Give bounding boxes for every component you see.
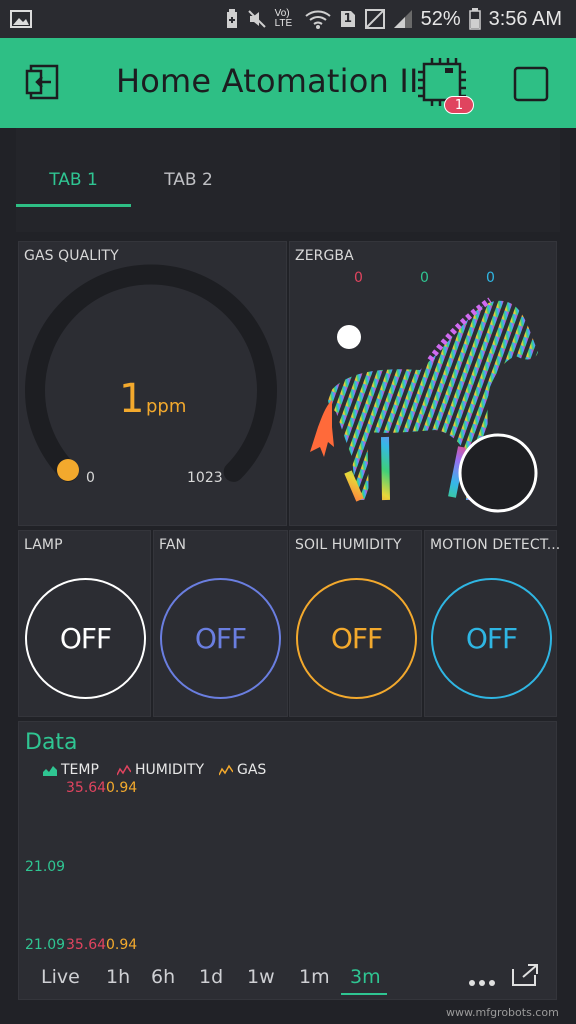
back-button[interactable] — [25, 62, 65, 106]
legend-temp[interactable]: TEMP — [43, 762, 99, 778]
fan-widget: FAN OFF — [153, 530, 288, 717]
app-title: Home Atomation II — [116, 62, 419, 100]
exit-app-icon — [25, 64, 59, 100]
area-chart-icon — [43, 766, 57, 776]
battery-saver-icon — [225, 9, 239, 29]
motion-detect-label: MOTION DETECT... — [430, 537, 561, 553]
fan-label: FAN — [159, 537, 187, 553]
bottom-temp-value: 21.09 — [25, 937, 66, 953]
legend-gas[interactable]: GAS — [219, 762, 266, 778]
battery-icon — [468, 8, 481, 30]
square-icon — [513, 66, 549, 102]
more-horizontal-icon — [469, 980, 495, 986]
bottom-gas-value: 0.94 — [106, 937, 138, 953]
range-1w[interactable]: 1w — [247, 966, 275, 988]
mute-icon — [247, 9, 267, 29]
top-humidity-value: 35.64 — [66, 780, 107, 796]
app-bar: Home Atomation II — [0, 38, 576, 128]
active-tab-indicator — [16, 204, 131, 207]
legend-gas-label: GAS — [237, 762, 267, 778]
lamp-button[interactable]: OFF — [25, 578, 146, 699]
color-handle-small[interactable] — [337, 325, 361, 349]
legend-humidity[interactable]: HUMIDITY — [117, 762, 204, 778]
tab-1[interactable]: TAB 1 — [16, 170, 131, 190]
volte-label: Vo) LTE — [274, 8, 293, 29]
gauge-value: 1 — [119, 376, 145, 422]
motion-detect-widget: MOTION DETECT... OFF — [424, 530, 561, 717]
range-6h[interactable]: 6h — [151, 966, 175, 988]
range-live[interactable]: Live — [41, 966, 80, 988]
zebra-color-picker[interactable] — [290, 242, 558, 527]
device-badge: 1 — [444, 96, 474, 114]
gauge-max: 1023 — [187, 470, 223, 486]
tab-bar: TAB 1 TAB 2 — [16, 150, 560, 210]
top-gas-value: 0.94 — [106, 780, 138, 796]
gauge-arc — [25, 264, 277, 482]
square-button[interactable] — [513, 66, 549, 106]
mid-temp-value: 21.09 — [25, 859, 66, 875]
sim-number: 1 — [343, 11, 352, 25]
active-range-indicator — [341, 993, 387, 995]
gallery-notification-icon — [10, 10, 32, 28]
line-chart-icon — [117, 764, 131, 776]
bottom-humidity-value: 35.64 — [66, 937, 107, 953]
gauge-min: 0 — [86, 470, 95, 486]
open-external-icon — [512, 964, 538, 986]
lamp-label: LAMP — [24, 537, 63, 553]
lamp-widget: LAMP OFF — [18, 530, 151, 717]
expand-button[interactable] — [511, 963, 539, 991]
range-1m[interactable]: 1m — [299, 966, 330, 988]
status-bar: Vo) LTE 1 52% 3:56 AM — [0, 0, 576, 38]
motion-detect-button[interactable]: OFF — [431, 578, 552, 699]
legend-humidity-label: HUMIDITY — [135, 762, 204, 778]
clock: 3:56 AM — [488, 7, 562, 30]
gas-quality-gauge[interactable]: GAS QUALITY 1 ppm 0 1023 — [18, 241, 287, 526]
soil-humidity-widget: SOIL HUMIDITY OFF — [289, 530, 422, 717]
line-chart-icon — [219, 764, 233, 776]
zergba-widget[interactable]: ZERGBA 0 0 0 — [289, 241, 557, 526]
gauge-unit: ppm — [146, 396, 187, 417]
wifi-icon — [304, 9, 331, 29]
more-button[interactable] — [469, 972, 495, 991]
chart-title: Data — [25, 730, 78, 755]
soil-humidity-button[interactable]: OFF — [296, 578, 417, 699]
color-handle-large[interactable] — [458, 433, 538, 513]
soil-humidity-label: SOIL HUMIDITY — [295, 537, 402, 553]
fan-button[interactable]: OFF — [160, 578, 281, 699]
tab-2[interactable]: TAB 2 — [131, 170, 246, 190]
range-1d[interactable]: 1d — [199, 966, 223, 988]
legend-temp-label: TEMP — [61, 762, 99, 778]
range-1h[interactable]: 1h — [106, 966, 130, 988]
watermark: www.mfgrobots.com — [446, 1006, 559, 1019]
range-3m[interactable]: 3m — [350, 966, 381, 988]
data-chart-widget[interactable]: Data TEMP HUMIDITY GAS 35.64 0.94 21.09 … — [18, 721, 557, 1000]
sim-icon: 1 — [339, 9, 357, 29]
signal-icon — [393, 9, 413, 29]
signal-empty-icon — [364, 9, 385, 29]
battery-percent: 52% — [420, 7, 461, 30]
gauge-indicator — [57, 459, 79, 481]
